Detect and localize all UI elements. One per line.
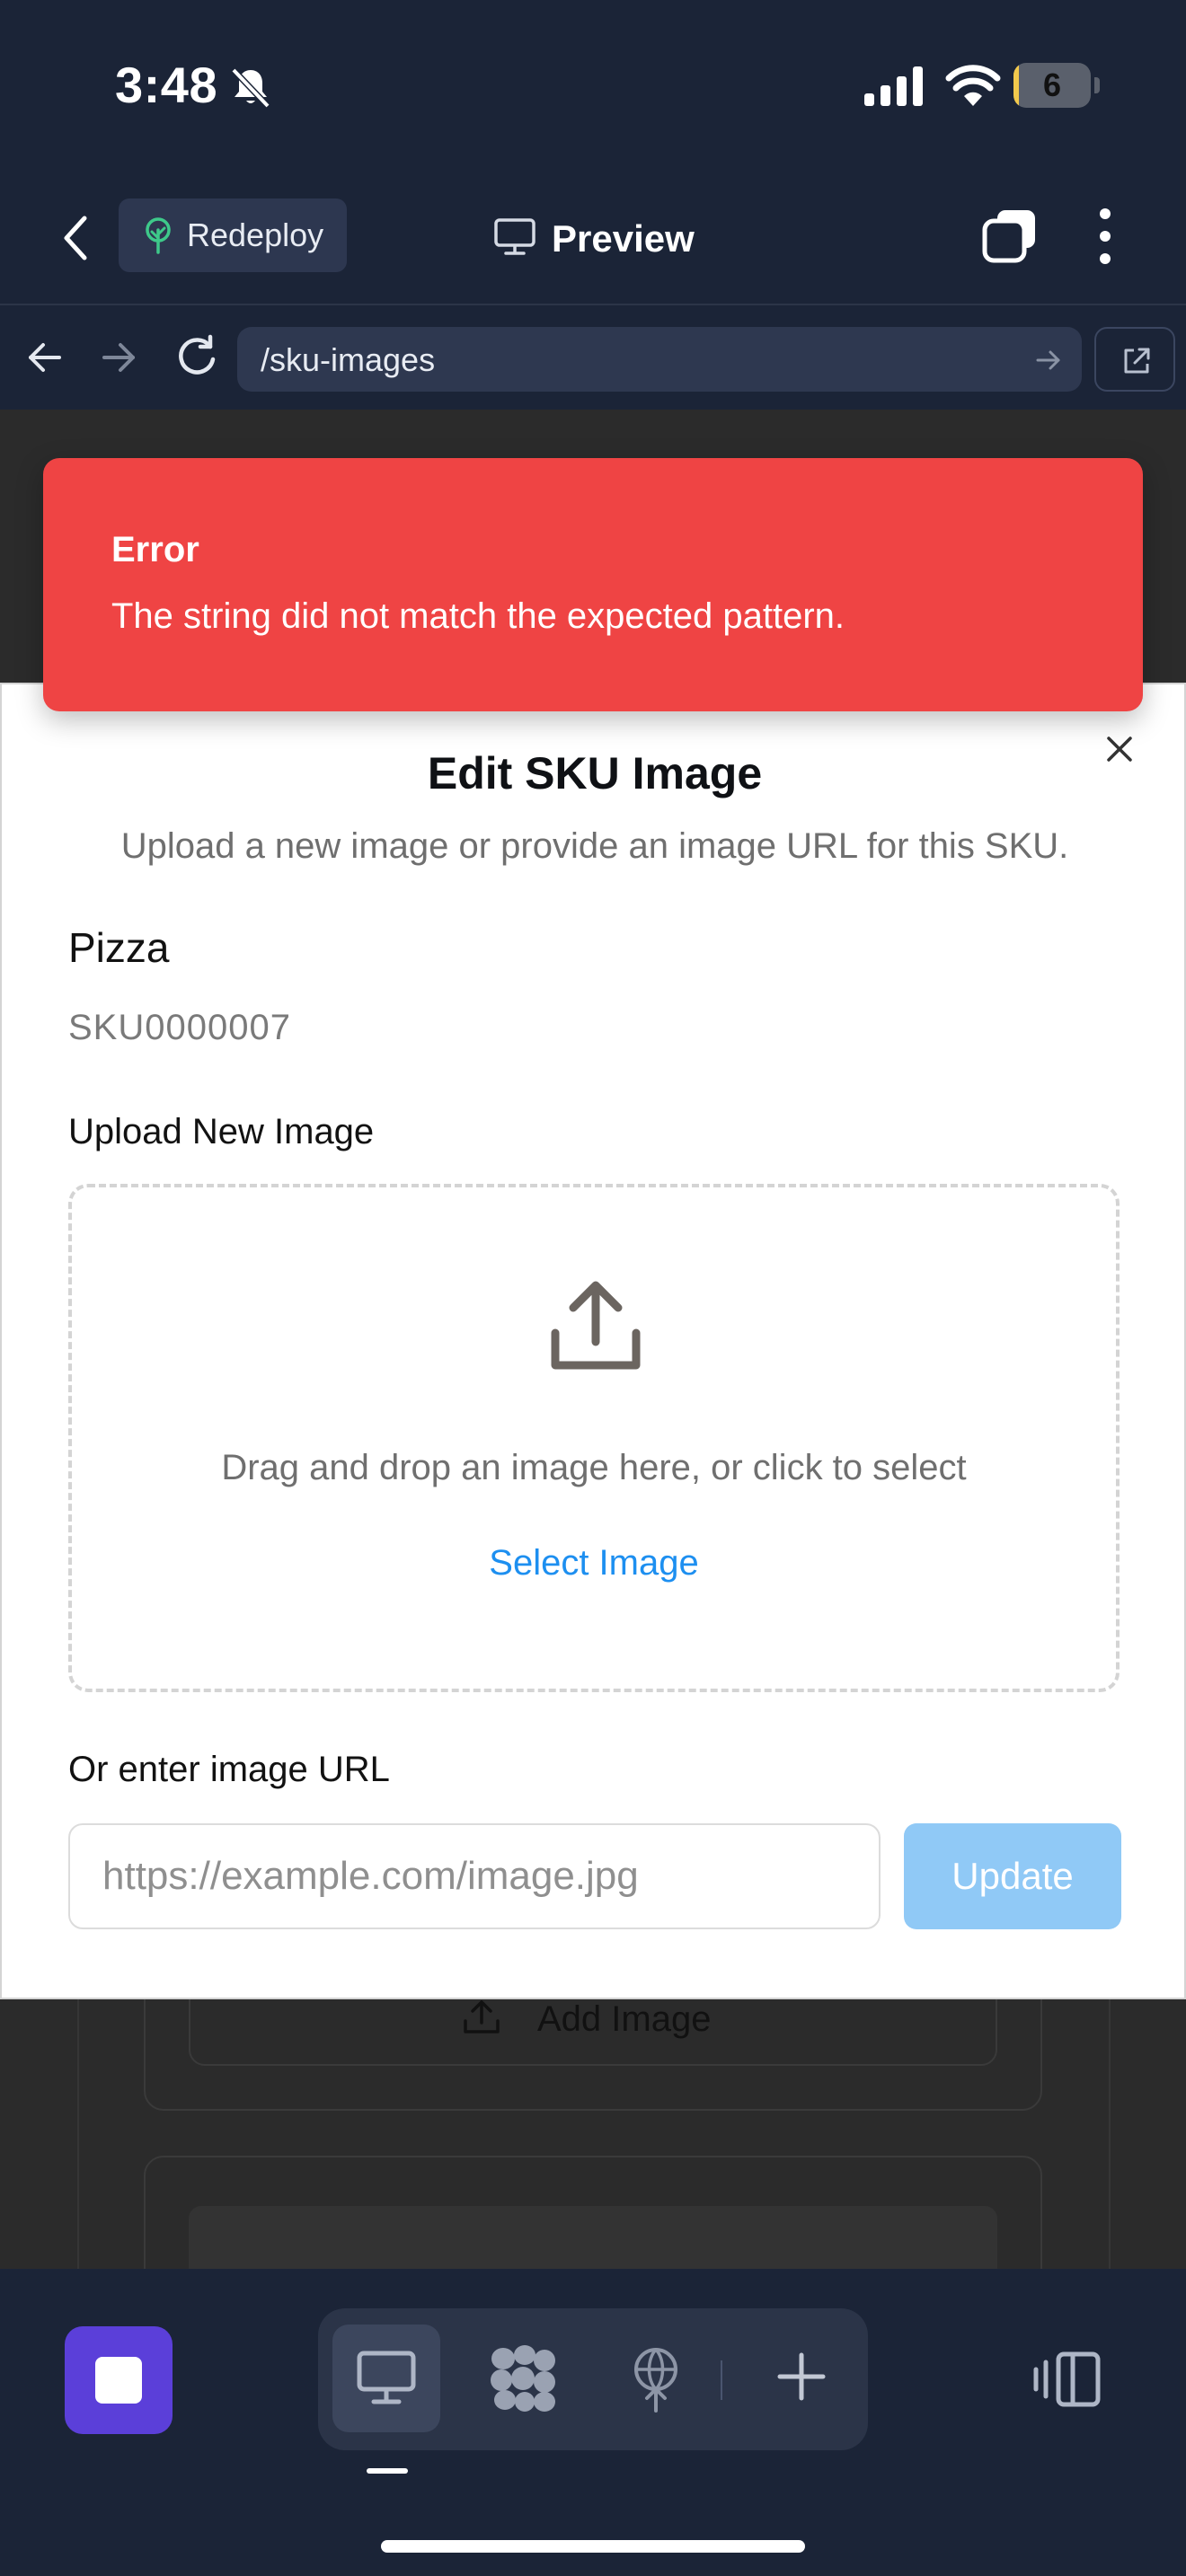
product-name: Pizza: [68, 924, 170, 971]
wifi-icon: [945, 65, 1001, 106]
arrow-right-icon[interactable]: [99, 338, 138, 377]
external-link-icon: [1124, 348, 1150, 374]
error-message: The string did not match the expected pa…: [111, 596, 845, 636]
stop-button[interactable]: [65, 2326, 173, 2434]
image-url-label: Or enter image URL: [68, 1750, 390, 1789]
status-bar: 3:48 6: [0, 0, 1186, 171]
preview-label: Preview: [552, 217, 695, 260]
error-toast[interactable]: Error The string did not match the expec…: [43, 458, 1143, 711]
deploy-icon: [634, 2348, 677, 2413]
open-external-button[interactable]: [1094, 327, 1175, 392]
active-tab-indicator: [367, 2468, 408, 2474]
battery-percentage: 6: [1042, 66, 1062, 103]
redeploy-label: Redeploy: [187, 216, 324, 253]
plus-icon: [777, 2352, 826, 2401]
image-url-input[interactable]: [68, 1823, 881, 1929]
top-app-bar: Redeploy Preview: [0, 171, 1186, 305]
deploy-tab[interactable]: [606, 2328, 704, 2427]
upload-icon: [464, 2000, 500, 2033]
bottom-toolbar: [0, 2269, 1186, 2576]
image-dropzone[interactable]: Drag and drop an image here, or click to…: [68, 1184, 1120, 1692]
monitor-icon: [494, 218, 535, 255]
upload-icon: [551, 1281, 641, 1370]
browser-bar: /sku-images: [0, 307, 1186, 408]
bell-slash-icon: [231, 67, 270, 109]
error-title: Error: [111, 530, 199, 569]
product-sku: SKU0000007: [68, 1008, 291, 1047]
chevron-left-icon[interactable]: [58, 211, 93, 265]
status-time: 3:48: [115, 57, 218, 113]
view-switcher: [318, 2308, 868, 2450]
cellular-signal-icon: [864, 66, 923, 106]
apps-tab[interactable]: [473, 2328, 571, 2427]
dropzone-instructions: Drag and drop an image here, or click to…: [221, 1448, 967, 1487]
arrow-left-icon[interactable]: [25, 338, 65, 377]
stop-icon: [95, 2357, 142, 2404]
dialog-subtitle: Upload a new image or provide an image U…: [120, 826, 1069, 866]
update-button[interactable]: Update: [904, 1823, 1121, 1929]
dialog-title: Edit SKU Image: [427, 748, 763, 798]
tabs-icon[interactable]: [981, 207, 1039, 264]
select-image-button[interactable]: Select Image: [72, 1543, 1116, 1584]
sidebar-toggle-icon[interactable]: [1033, 2350, 1102, 2409]
home-indicator: [381, 2540, 805, 2553]
url-bar[interactable]: /sku-images: [237, 327, 1082, 392]
url-text: /sku-images: [261, 341, 436, 378]
toolbar-divider: [721, 2360, 722, 2400]
arrow-right-icon[interactable]: [1035, 347, 1062, 374]
dimmed-add-image-label: Add Image: [537, 1999, 712, 2039]
more-vertical-icon[interactable]: [1091, 207, 1120, 266]
redeploy-button[interactable]: Redeploy: [119, 198, 347, 272]
apps-grid-icon: [491, 2345, 555, 2412]
upload-section-label: Upload New Image: [68, 1112, 375, 1151]
add-tab-button[interactable]: [749, 2328, 848, 2427]
edit-sku-image-dialog: Edit SKU Image Upload a new image or pro…: [0, 683, 1186, 1999]
monitor-icon: [357, 2351, 416, 2404]
desktop-preview-tab[interactable]: [332, 2325, 440, 2432]
tree-icon: [146, 217, 171, 254]
reload-icon[interactable]: [174, 334, 219, 379]
battery-indicator: 6: [1013, 63, 1100, 108]
